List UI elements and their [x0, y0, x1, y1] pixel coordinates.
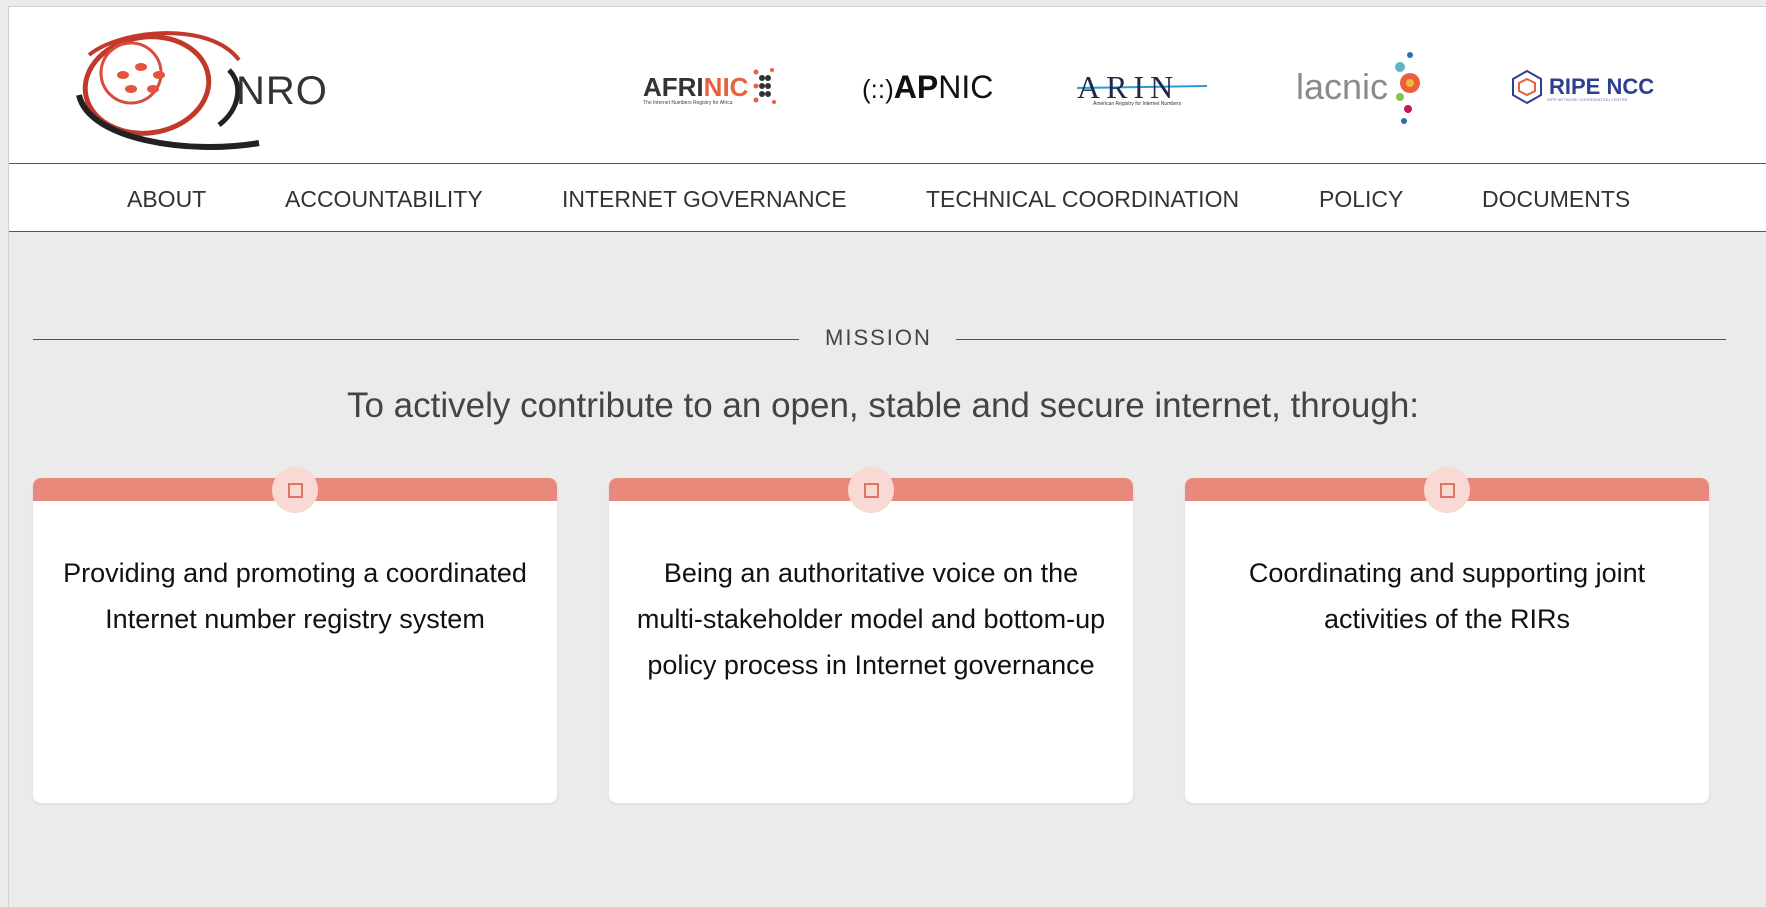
- nav-internet-governance[interactable]: INTERNET GOVERNANCE: [562, 186, 847, 213]
- afrinic-wordmark: AFRINIC: [643, 72, 748, 103]
- nav-accountability[interactable]: ACCOUNTABILITY: [285, 186, 483, 213]
- afrinic-logo[interactable]: AFRINIC The Internet Numbers Registry fo…: [643, 47, 778, 127]
- ripe-ncc-logo[interactable]: RIPE NCC RIPE NETWORK COORDINATION CENTR…: [1511, 47, 1654, 127]
- square-icon: [1439, 482, 1455, 498]
- afrinic-tagline: The Internet Numbers Registry for Africa: [643, 100, 733, 106]
- arin-tagline: American Registry for Internet Numbers: [1093, 101, 1182, 107]
- lacnic-wordmark: lacnic: [1296, 66, 1389, 107]
- nav-policy[interactable]: POLICY: [1319, 186, 1403, 213]
- card-badge: [848, 467, 894, 513]
- card-text: Being an authoritative voice on the mult…: [636, 558, 1106, 680]
- apnic-wordmark: (::)APNIC: [862, 69, 993, 106]
- afrinic-wordmark-main: AFRI: [643, 71, 704, 102]
- nav-documents[interactable]: DOCUMENTS: [1482, 186, 1630, 213]
- ripe-cube-icon: [1512, 69, 1542, 105]
- apnic-wordmark-rest: NIC: [938, 68, 994, 105]
- card-badge: [272, 467, 318, 513]
- card-text: Providing and promoting a coordinated In…: [63, 558, 527, 634]
- arin-logo[interactable]: ARIN American Registry for Internet Numb…: [1077, 47, 1207, 127]
- mission-card: Coordinating and supporting joint activi…: [1185, 467, 1709, 803]
- apnic-logo[interactable]: (::)APNIC: [862, 47, 993, 127]
- apnic-wordmark-bold: AP: [893, 68, 939, 105]
- lacnic-dots-icon: [1395, 52, 1421, 124]
- nro-logo-text: NRO: [236, 69, 328, 113]
- ripe-ncc-tagline: RIPE NETWORK COORDINATION CENTRE: [1547, 97, 1628, 102]
- nav-technical-coordination[interactable]: TECHNICAL COORDINATION: [926, 186, 1239, 213]
- card-badge: [1424, 467, 1470, 513]
- square-icon: [287, 482, 303, 498]
- afrinic-dots-icon: [753, 68, 777, 104]
- main-nav: ABOUT ACCOUNTABILITY INTERNET GOVERNANCE…: [9, 164, 1766, 232]
- arin-wordmark: ARIN: [1077, 68, 1180, 105]
- square-icon: [863, 482, 879, 498]
- mission-divider-right: [956, 339, 1726, 340]
- mission-card: Providing and promoting a coordinated In…: [33, 467, 557, 803]
- nav-about[interactable]: ABOUT: [127, 186, 206, 213]
- mission-card: Being an authoritative voice on the mult…: [609, 467, 1133, 803]
- site-header: NRO AFRINIC The Internet Numbers Registr…: [9, 7, 1766, 164]
- afrinic-wordmark-accent: NIC: [703, 71, 749, 102]
- lacnic-logo[interactable]: lacnic: [1296, 47, 1424, 127]
- mission-divider-left: [33, 339, 799, 340]
- card-text: Coordinating and supporting joint activi…: [1248, 558, 1646, 634]
- mission-tagline: To actively contribute to an open, stabl…: [346, 386, 1420, 425]
- apnic-symbol: (::): [862, 73, 894, 104]
- mission-heading: MISSION: [825, 325, 932, 350]
